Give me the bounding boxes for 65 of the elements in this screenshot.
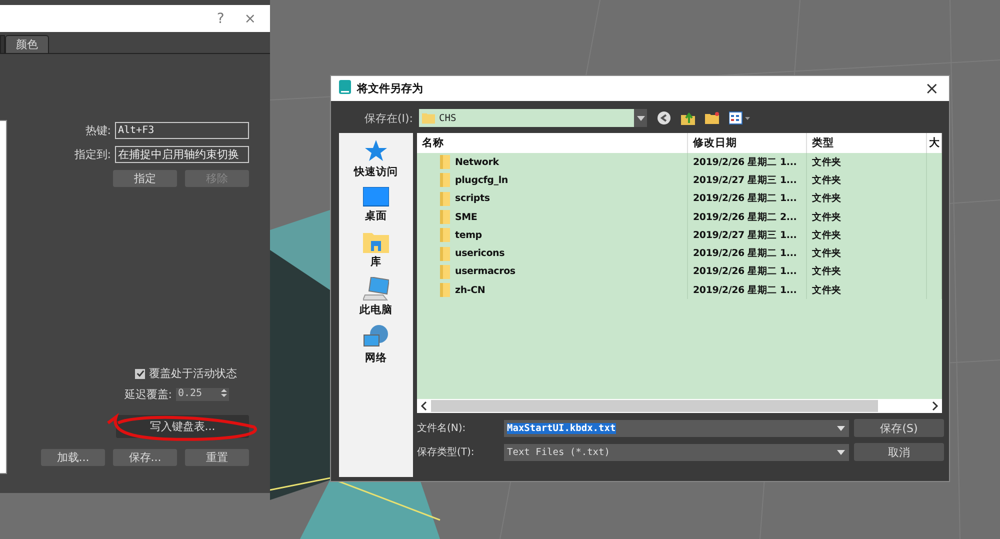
save-in-label: 保存在(I): — [363, 110, 413, 126]
place-item[interactable]: 此电脑 — [360, 277, 392, 317]
assigned-field[interactable]: 在捕捉中启用轴约束切换 — [115, 146, 249, 163]
hotkey-field[interactable]: Alt+F3 — [115, 122, 249, 139]
close-button[interactable]: × — [244, 10, 256, 26]
file-row[interactable]: usermacros 2019/2/26 星期二 1... 文件夹 — [417, 262, 942, 282]
folder-icon — [363, 231, 389, 253]
file-name-field[interactable]: MaxStartUI.kbdx.txt — [504, 420, 849, 436]
tab[interactable]: 颜色 — [5, 35, 49, 53]
save-in-dropdown[interactable]: CHS — [419, 109, 647, 127]
dropdown-arrow-icon[interactable] — [837, 426, 845, 430]
file-row[interactable]: Network 2019/2/26 星期二 1... 文件夹 — [417, 153, 942, 172]
place-item[interactable]: 快速访问 — [354, 139, 398, 179]
file-row[interactable]: usericons 2019/2/26 星期二 1... 文件夹 — [417, 244, 942, 263]
place-item[interactable]: 桌面 — [363, 187, 389, 223]
save-button[interactable]: 保存(S) — [854, 419, 944, 437]
horizontal-scrollbar[interactable] — [417, 399, 942, 413]
help-button[interactable]: ? — [216, 10, 224, 26]
app-icon — [339, 80, 351, 97]
folder-icon — [440, 228, 451, 242]
file-type-dropdown[interactable]: Text Files (*.txt) — [504, 444, 849, 460]
assign-button[interactable]: 指定 — [113, 170, 177, 187]
folder-icon — [440, 173, 451, 188]
column-header[interactable]: 类型 — [807, 133, 927, 153]
folder-icon — [440, 210, 451, 224]
file-row[interactable]: plugcfg_ln 2019/2/27 星期三 1... 文件夹 — [417, 171, 942, 190]
delay-label: 延迟覆盖: — [124, 387, 172, 402]
file-row[interactable]: SME 2019/2/26 星期二 2... 文件夹 — [417, 208, 942, 226]
hotkey-label: 热键: — [85, 123, 111, 138]
folder-icon — [440, 155, 451, 170]
place-item[interactable]: 库 — [363, 231, 389, 269]
delay-spinner[interactable]: 0.25 — [176, 388, 229, 401]
view-menu-icon[interactable] — [729, 111, 751, 125]
star-icon — [364, 139, 388, 163]
override-label: 覆盖处于活动状态 — [149, 366, 237, 381]
dialog-button[interactable]: 保存... — [113, 449, 177, 466]
folder-icon — [440, 264, 451, 279]
file-type-label: 保存类型(T): — [417, 446, 476, 459]
spinner-arrows-icon[interactable] — [221, 388, 227, 398]
file-row[interactable]: scripts 2019/2/26 星期二 1... 文件夹 — [417, 190, 942, 208]
folder-up-icon[interactable] — [681, 111, 695, 125]
folder-icon — [440, 192, 451, 206]
column-header[interactable]: 大 — [927, 133, 942, 153]
monitor-icon — [363, 187, 389, 207]
computer-icon — [363, 277, 389, 301]
column-header[interactable]: 修改日期 — [688, 133, 807, 153]
file-row[interactable]: temp 2019/2/27 星期三 1... 文件夹 — [417, 226, 942, 244]
file-row[interactable]: zh-CN 2019/2/26 星期二 1... 文件夹 — [417, 281, 942, 300]
folder-icon — [440, 283, 451, 298]
new-folder-icon[interactable] — [705, 111, 719, 125]
cancel-button[interactable]: 取消 — [854, 443, 944, 461]
file-name-label: 文件名(N): — [417, 422, 467, 435]
checkbox[interactable] — [135, 368, 145, 378]
close-button[interactable]: × — [924, 78, 949, 98]
dialog-button[interactable]: 加载... — [41, 449, 105, 466]
window-title: 将文件另存为 — [357, 81, 424, 96]
network-icon — [363, 325, 389, 349]
dialog-button[interactable]: 重置 — [185, 449, 249, 466]
back-icon[interactable] — [657, 111, 671, 125]
dropdown-arrow-icon[interactable] — [837, 450, 845, 454]
column-header[interactable]: 名称 — [417, 133, 688, 153]
folder-icon — [440, 246, 451, 261]
folder-icon — [422, 112, 435, 124]
place-item[interactable]: 网络 — [363, 325, 389, 365]
assigned-label: 指定到: — [74, 147, 111, 162]
